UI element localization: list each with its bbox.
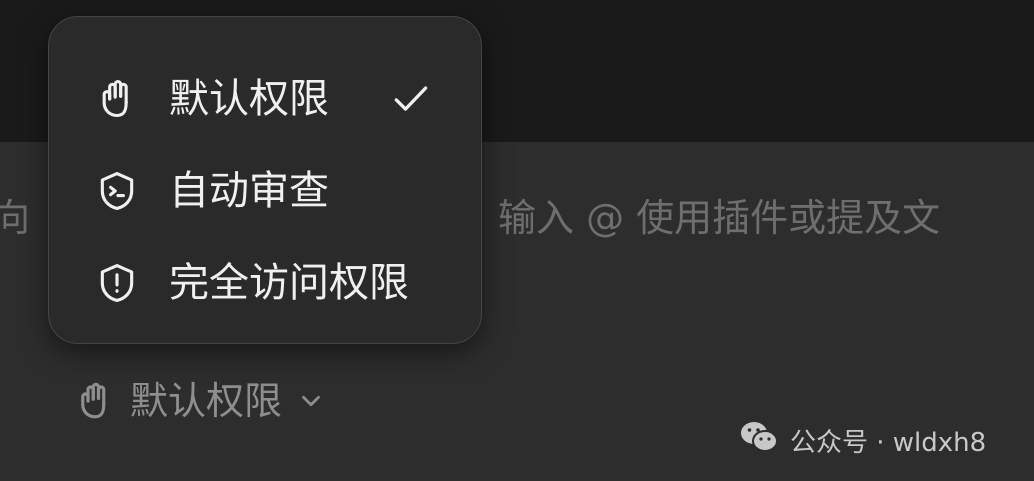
terminal-shield-icon bbox=[95, 169, 139, 213]
menu-item-label: 自动审查 bbox=[169, 168, 329, 214]
menu-item-label: 默认权限 bbox=[169, 76, 329, 122]
permission-menu: 默认权限 自动审查 完全访问权限 bbox=[48, 16, 482, 344]
watermark: 公众号 · wldxh8 bbox=[738, 418, 986, 462]
prompt-placeholder: 输入 @ 使用插件或提及文 bbox=[498, 196, 941, 240]
permission-selector-label: 默认权限 bbox=[130, 379, 283, 423]
menu-item-auto-review[interactable]: 自动审查 bbox=[49, 145, 481, 237]
menu-item-default-permission[interactable]: 默认权限 bbox=[49, 53, 481, 145]
warning-shield-icon bbox=[95, 261, 139, 305]
permission-selector-button[interactable]: 默认权限 bbox=[74, 372, 326, 430]
hand-icon bbox=[74, 379, 116, 423]
watermark-text: 公众号 · wldxh8 bbox=[790, 427, 987, 458]
menu-item-full-access[interactable]: 完全访问权限 bbox=[49, 237, 481, 329]
wechat-icon bbox=[738, 419, 780, 462]
checkmark-icon bbox=[389, 77, 433, 121]
chevron-down-icon bbox=[296, 386, 326, 416]
hand-icon bbox=[95, 77, 139, 121]
menu-item-label: 完全访问权限 bbox=[169, 260, 409, 306]
prompt-placeholder-left: 向 bbox=[0, 196, 31, 240]
app-canvas: 向 输入 @ 使用插件或提及文 默认权限 默认权限 自动审查 完全访问权限 公众… bbox=[0, 0, 1034, 481]
